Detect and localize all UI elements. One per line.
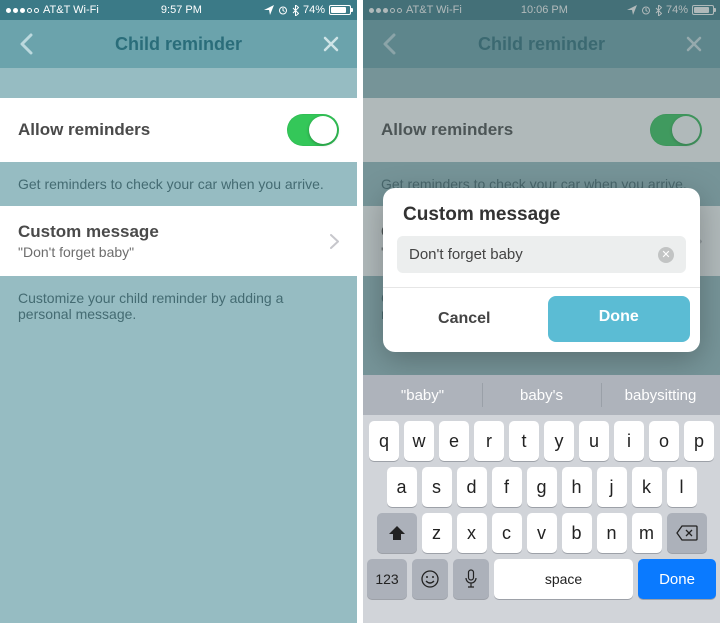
status-right: 74% (264, 4, 351, 16)
keyboard-row-4: 123 space Done (363, 553, 720, 605)
keyboard-row-3: zxcvbnm (363, 507, 720, 553)
key-w[interactable]: w (404, 421, 434, 461)
keyboard-row-1: qwertyuiop (363, 415, 720, 461)
allow-reminders-row: Allow reminders (363, 98, 720, 162)
key-k[interactable]: k (632, 467, 662, 507)
clock-label: 9:57 PM (161, 4, 202, 16)
allow-reminders-row: Allow reminders (0, 98, 357, 162)
modal-input[interactable]: Don't forget baby ✕ (397, 236, 686, 273)
carrier-label: AT&T Wi-Fi (43, 4, 99, 16)
alarm-icon (641, 5, 651, 15)
key-c[interactable]: c (492, 513, 522, 553)
return-key[interactable]: Done (638, 559, 716, 599)
key-d[interactable]: d (457, 467, 487, 507)
chevron-right-icon (330, 234, 339, 249)
status-left: AT&T Wi-Fi (369, 4, 462, 16)
suggestion-2[interactable]: baby's (482, 375, 601, 415)
key-g[interactable]: g (527, 467, 557, 507)
signal-dots (369, 8, 402, 13)
key-a[interactable]: a (387, 467, 417, 507)
key-p[interactable]: p (684, 421, 714, 461)
emoji-key[interactable] (412, 559, 448, 599)
allow-reminders-toggle[interactable] (650, 114, 702, 146)
nav-bar: Child reminder (363, 20, 720, 68)
custom-message-modal: Custom message Don't forget baby ✕ Cance… (383, 188, 700, 352)
clock-label: 10:06 PM (521, 4, 568, 16)
battery-pct: 74% (303, 4, 325, 16)
modal-title: Custom message (383, 188, 700, 236)
status-right: 74% (627, 4, 714, 16)
done-button[interactable]: Done (548, 296, 691, 342)
key-u[interactable]: u (579, 421, 609, 461)
modal-buttons: Cancel Done (383, 287, 700, 352)
keyboard: "baby" baby's babysitting qwertyuiop asd… (363, 375, 720, 623)
custom-message-hint: Customize your child reminder by adding … (0, 276, 357, 336)
keyboard-row-2: asdfghjkl (363, 461, 720, 507)
location-icon (627, 5, 637, 15)
custom-message-value: "Don't forget baby" (18, 244, 159, 260)
suggestion-bar: "baby" baby's babysitting (363, 375, 720, 415)
key-s[interactable]: s (422, 467, 452, 507)
key-b[interactable]: b (562, 513, 592, 553)
carrier-label: AT&T Wi-Fi (406, 4, 462, 16)
screenshot-left: AT&T Wi-Fi 9:57 PM 74% Child reminder Al… (0, 0, 357, 623)
key-z[interactable]: z (422, 513, 452, 553)
back-button[interactable] (14, 32, 38, 56)
key-i[interactable]: i (614, 421, 644, 461)
battery-icon (329, 5, 351, 15)
key-o[interactable]: o (649, 421, 679, 461)
key-n[interactable]: n (597, 513, 627, 553)
status-bar: AT&T Wi-Fi 10:06 PM 74% (363, 0, 720, 20)
key-x[interactable]: x (457, 513, 487, 553)
custom-message-text: Custom message "Don't forget baby" (18, 222, 159, 260)
alarm-icon (278, 5, 288, 15)
signal-dots (6, 8, 39, 13)
space-key[interactable]: space (494, 559, 633, 599)
custom-message-row[interactable]: Custom message "Don't forget baby" (0, 206, 357, 276)
key-t[interactable]: t (509, 421, 539, 461)
nav-title: Child reminder (401, 34, 682, 55)
location-icon (264, 5, 274, 15)
key-e[interactable]: e (439, 421, 469, 461)
key-r[interactable]: r (474, 421, 504, 461)
status-bar: AT&T Wi-Fi 9:57 PM 74% (0, 0, 357, 20)
key-l[interactable]: l (667, 467, 697, 507)
close-button[interactable] (682, 32, 706, 56)
back-button[interactable] (377, 32, 401, 56)
key-h[interactable]: h (562, 467, 592, 507)
suggestion-1[interactable]: "baby" (363, 375, 482, 415)
status-left: AT&T Wi-Fi (6, 4, 99, 16)
modal-input-text: Don't forget baby (409, 246, 658, 263)
allow-reminders-hint: Get reminders to check your car when you… (0, 162, 357, 206)
battery-pct: 74% (666, 4, 688, 16)
allow-reminders-label: Allow reminders (18, 120, 150, 140)
key-y[interactable]: y (544, 421, 574, 461)
key-m[interactable]: m (632, 513, 662, 553)
allow-reminders-label: Allow reminders (381, 120, 513, 140)
nav-bar: Child reminder (0, 20, 357, 68)
clear-text-icon[interactable]: ✕ (658, 247, 674, 263)
dictation-key[interactable] (453, 559, 489, 599)
backspace-key[interactable] (667, 513, 707, 553)
shift-key[interactable] (377, 513, 417, 553)
cancel-button[interactable]: Cancel (393, 296, 536, 342)
battery-icon (692, 5, 714, 15)
custom-message-title: Custom message (18, 222, 159, 242)
key-j[interactable]: j (597, 467, 627, 507)
screenshot-right: AT&T Wi-Fi 10:06 PM 74% Child reminder A… (363, 0, 720, 623)
key-f[interactable]: f (492, 467, 522, 507)
key-v[interactable]: v (527, 513, 557, 553)
key-q[interactable]: q (369, 421, 399, 461)
close-button[interactable] (319, 32, 343, 56)
suggestion-3[interactable]: babysitting (601, 375, 720, 415)
bluetooth-icon (655, 5, 662, 16)
numbers-key[interactable]: 123 (367, 559, 407, 599)
nav-title: Child reminder (38, 34, 319, 55)
allow-reminders-toggle[interactable] (287, 114, 339, 146)
bluetooth-icon (292, 5, 299, 16)
